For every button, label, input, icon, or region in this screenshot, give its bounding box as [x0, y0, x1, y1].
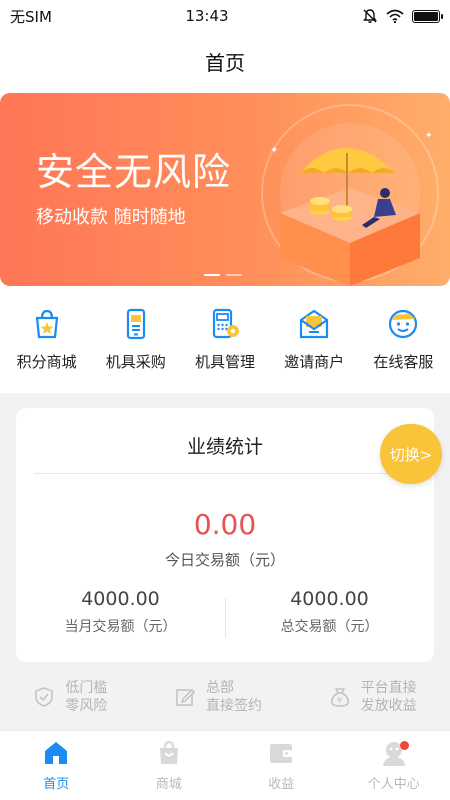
svg-text:✦: ✦: [270, 145, 278, 156]
total-amount: 4000.00 总交易额（元）: [225, 588, 434, 636]
feature-line: 低门槛: [65, 680, 108, 696]
svg-text:✦: ✦: [425, 131, 433, 141]
service-face-icon: [389, 309, 418, 339]
menu-label: 机具管理: [194, 353, 255, 371]
page-title: 首页: [205, 50, 245, 75]
menu-label: 在线客服: [373, 353, 434, 371]
quick-menu: 积分商城 机具采购 机具管理 邀请商户 在线客服: [0, 286, 450, 393]
bottom-tab-bar: 首页 商城 收益 个人中心: [0, 730, 450, 800]
banner-wrap: 安全无风险 移动收款 随时随地 ✦ ✦: [0, 90, 450, 286]
tab-label: 个人中心: [367, 777, 420, 792]
nav-bar: 首页: [0, 32, 450, 90]
notification-badge: [399, 741, 409, 750]
money-bag-icon: ¥: [330, 688, 349, 707]
tab-home[interactable]: 首页: [0, 731, 113, 800]
switch-button[interactable]: 切换>: [380, 424, 442, 484]
feature-line: 总部: [205, 680, 234, 696]
carousel-dot-active[interactable]: [204, 274, 220, 276]
month-amount-label: 当月交易额（元）: [64, 619, 177, 635]
status-icons: [362, 8, 443, 24]
clock-text: 13:43: [185, 7, 229, 25]
banner-title: 安全无风险: [36, 150, 232, 194]
tab-mall[interactable]: 商城: [113, 731, 226, 800]
phone-device-icon: [126, 308, 145, 340]
menu-label: 邀请商户: [284, 353, 345, 371]
menu-item-device-purchase[interactable]: 机具采购: [93, 307, 179, 372]
today-amount-label: 今日交易额（元）: [164, 551, 285, 569]
mute-bell-icon: [363, 9, 377, 23]
menu-item-online-service[interactable]: 在线客服: [360, 307, 446, 372]
tab-profile[interactable]: 个人中心: [338, 731, 450, 800]
stats-title: 业绩统计: [186, 436, 263, 458]
feature-line: 零风险: [65, 698, 108, 714]
shopping-bag-icon: [35, 309, 58, 339]
shop-bag-icon: [159, 740, 178, 764]
svg-text:¥: ¥: [337, 696, 342, 705]
feature-highlights: 低门槛 零风险 总部 直接签约 ¥ 平台直接 发放收益: [0, 672, 450, 722]
banner-subtitle: 移动收款 随时随地: [36, 207, 186, 228]
today-amount-value: 0.00: [193, 508, 257, 541]
status-bar: 无SIM 13:43: [0, 0, 450, 32]
pos-terminal-icon: [212, 308, 239, 339]
performance-stats-card: 业绩统计 0.00 今日交易额（元） 4000.00 当月交易额（元） 4000…: [16, 408, 434, 662]
menu-label: 机具采购: [105, 353, 166, 371]
carousel-dot[interactable]: [226, 274, 242, 276]
feature-low-threshold: 低门槛 零风险: [33, 672, 107, 722]
feature-line: 发放收益: [360, 698, 417, 714]
divider: [34, 473, 416, 474]
total-amount-label: 总交易额（元）: [280, 619, 379, 635]
battery-icon: [412, 9, 443, 23]
month-amount: 4000.00 当月交易额（元）: [16, 588, 225, 636]
menu-label: 积分商城: [16, 353, 77, 371]
feature-line: 平台直接: [360, 680, 417, 696]
tab-earnings[interactable]: 收益: [225, 731, 338, 800]
tab-label: 首页: [43, 777, 70, 792]
month-amount-value: 4000.00: [81, 588, 160, 610]
menu-item-invite-merchant[interactable]: 邀请商户: [271, 307, 357, 372]
home-icon: [45, 742, 68, 764]
invite-mail-icon: [300, 309, 329, 339]
total-amount-value: 4000.00: [290, 588, 369, 610]
edit-icon: [176, 688, 196, 706]
shield-icon: [35, 687, 54, 707]
stats-divider-vertical: [225, 598, 226, 638]
menu-item-device-management[interactable]: 机具管理: [182, 307, 268, 372]
umbrella-illustration-icon: ✦ ✦: [261, 104, 439, 286]
tab-label: 商城: [155, 777, 182, 792]
wifi-icon: [386, 9, 404, 23]
promo-banner[interactable]: 安全无风险 移动收款 随时随地 ✦ ✦: [0, 93, 450, 286]
feature-direct-sign: 总部 直接签约: [174, 672, 262, 722]
feature-direct-payout: ¥ 平台直接 发放收益: [329, 672, 417, 722]
tab-label: 收益: [268, 777, 295, 792]
carrier-text: 无SIM: [10, 7, 52, 26]
menu-item-points-mall[interactable]: 积分商城: [4, 307, 90, 372]
feature-line: 直接签约: [205, 698, 262, 714]
carousel-dots[interactable]: [204, 274, 242, 276]
wallet-icon: [270, 744, 293, 763]
